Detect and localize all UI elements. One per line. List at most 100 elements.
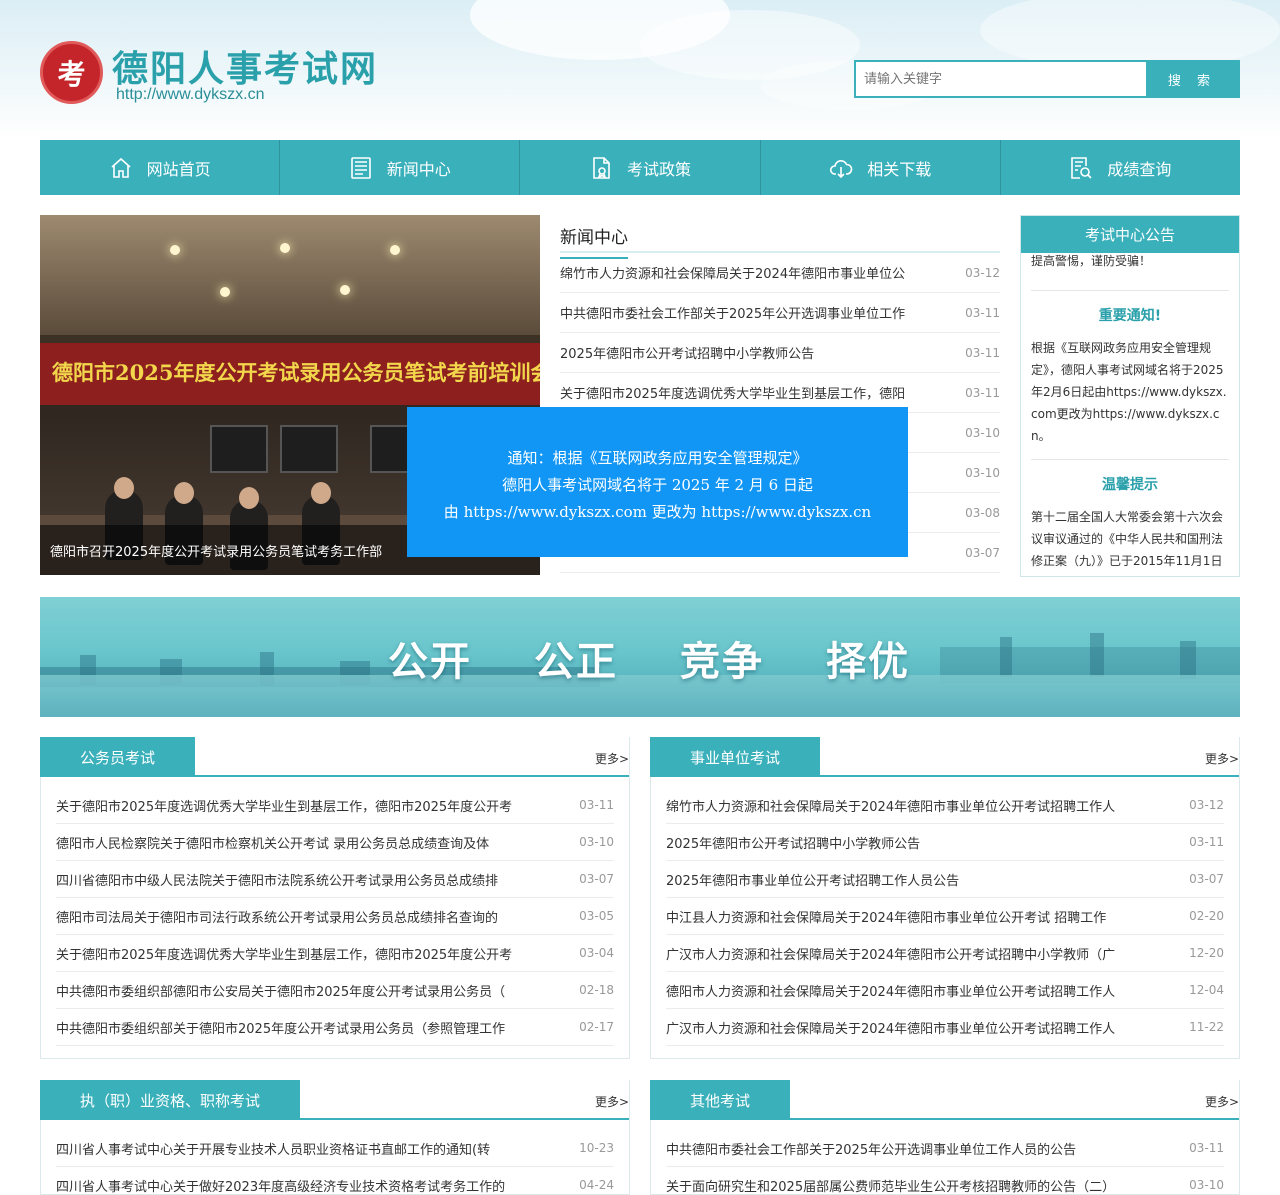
civil-servant-exam-tab[interactable]: 公务员考试 [40,737,196,777]
nav-item-download[interactable]: 相关下载 [761,140,1001,195]
item-title[interactable]: 绵竹市人力资源和社会保障局关于2024年德阳市事业单位公开考试招聘工作人 [666,796,1156,815]
news-date: 03-10 [965,465,1000,480]
search-input[interactable] [856,62,1146,96]
list-item[interactable]: 绵竹市人力资源和社会保障局关于2024年德阳市事业单位公开考试招聘工作人 03-1… [666,787,1224,824]
news-date: 03-11 [965,385,1000,400]
more-link[interactable]: 更多> [595,750,629,767]
item-title[interactable]: 关于德阳市2025年度选调优秀大学毕业生到基层工作，德阳市2025年度公开考 [56,796,546,815]
news-title[interactable]: 绵竹市人力资源和社会保障局关于2024年德阳市事业单位公 [560,263,932,282]
news-date: 03-12 [965,265,1000,280]
item-title[interactable]: 广汉市人力资源和社会保障局关于2024年德阳市事业单位公开考试招聘工作人 [666,1018,1156,1037]
exam-center-notice-panel: 考试中心公告 提高警惕，谨防受骗！ 重要通知! 根据《互联网政务应用安全管理规定… [1020,215,1240,577]
notice-tip-text: 第十二届全国人大常委会第十六次会议审议通过的《中华人民共和国刑法修正案（九）》已… [1031,510,1224,568]
list-item[interactable]: 中共德阳市委社会工作部关于2025年公开选调事业单位工作人员的公告 03-11 [666,1130,1224,1167]
news-date: 03-11 [965,305,1000,320]
news-date: 03-11 [965,345,1000,360]
item-date: 03-11 [1189,1141,1224,1155]
search-button[interactable]: 搜 索 [1146,62,1238,96]
qualification-exam-box: 执（职）业资格、职称考试 更多> 四川省人事考试中心关于开展专业技术人员职业资格… [40,1080,630,1195]
item-title[interactable]: 广汉市人力资源和社会保障局关于2024年德阳市公开考试招聘中小学教师（广 [666,944,1156,963]
nav-label: 成绩查询 [1107,159,1172,179]
item-date: 10-23 [579,1141,614,1155]
popup-line: 由 https://www.dykszx.com 更改为 https://www… [443,503,872,521]
item-date: 12-20 [1189,946,1224,960]
nav-item-score[interactable]: 成绩查询 [1001,140,1240,195]
score-search-icon [1071,156,1092,179]
news-title[interactable]: 中共德阳市委社会工作部关于2025年公开选调事业单位工作 [560,303,932,322]
item-title[interactable]: 关于面向研究生和2025届部属公费师范毕业生公开考核招聘教师的公告（二） [666,1176,1156,1195]
news-date: 03-07 [965,545,1000,560]
list-item[interactable]: 中江县人力资源和社会保障局关于2024年德阳市事业单位公开考试 招聘工作 02-2… [666,898,1224,935]
civil-servant-exam-box: 公务员考试 更多> 关于德阳市2025年度选调优秀大学毕业生到基层工作，德阳市2… [40,737,630,1059]
item-date: 03-05 [579,909,614,923]
more-link[interactable]: 更多> [1205,1093,1239,1110]
list-item[interactable]: 德阳市人民检察院关于德阳市检察机关公开考试 录用公务员总成绩查询及体 03-10 [56,824,614,861]
list-item[interactable]: 2025年德阳市事业单位公开考试招聘工作人员公告 03-07 [666,861,1224,898]
nav-item-home[interactable]: 网站首页 [40,140,281,195]
notice-important-title: 重要通知! [1098,308,1162,324]
item-title[interactable]: 中江县人力资源和社会保障局关于2024年德阳市事业单位公开考试 招聘工作 [666,907,1156,926]
slider-photo [40,215,540,335]
item-title[interactable]: 2025年德阳市公开考试招聘中小学教师公告 [666,833,1156,852]
list-item[interactable]: 广汉市人力资源和社会保障局关于2024年德阳市事业单位公开考试招聘工作人 11-2… [666,1009,1224,1046]
more-link[interactable]: 更多> [1205,750,1239,767]
item-title[interactable]: 德阳市司法局关于德阳市司法行政系统公开考试录用公务员总成绩排名查询的 [56,907,546,926]
domain-change-popup[interactable]: 通知：根据《互联网政务应用安全管理规定》 德阳人事考试网域名将于 2025 年 … [407,407,908,557]
item-date: 03-10 [579,835,614,849]
list-item[interactable]: 四川省人事考试中心关于做好2023年度高级经济专业技术资格考试考务工作的 04-2… [56,1167,614,1195]
list-item[interactable]: 四川省人事考试中心关于开展专业技术人员职业资格证书直邮工作的通知(转 10-23 [56,1130,614,1167]
item-title[interactable]: 中共德阳市委组织部关于德阳市2025年度公开考试录用公务员（参照管理工作 [56,1018,546,1037]
item-title[interactable]: 四川省德阳市中级人民法院关于德阳市法院系统公开考试录用公务员总成绩排 [56,870,546,889]
list-item[interactable]: 关于德阳市2025年度选调优秀大学毕业生到基层工作，德阳市2025年度公开考 03… [56,935,614,972]
list-item[interactable]: 广汉市人力资源和社会保障局关于2024年德阳市公开考试招聘中小学教师（广 12-2… [666,935,1224,972]
list-item[interactable]: 2025年德阳市公开考试招聘中小学教师公告 03-11 [666,824,1224,861]
news-date: 03-08 [965,505,1000,520]
news-icon [350,156,371,179]
list-item[interactable]: 中共德阳市委社会工作部关于2025年公开选调事业单位工作 03-11 [560,293,1000,333]
news-date: 03-10 [965,425,1000,440]
notice-scroll-content: 提高警惕，谨防受骗！ 重要通知! 根据《互联网政务应用安全管理规定》，德阳人事考… [1021,250,1239,572]
item-date: 03-07 [579,872,614,886]
item-title[interactable]: 四川省人事考试中心关于做好2023年度高级经济专业技术资格考试考务工作的 [56,1176,546,1195]
nav-label: 考试政策 [627,159,692,179]
news-title[interactable]: 2025年德阳市公开考试招聘中小学教师公告 [560,343,932,362]
list-item[interactable]: 四川省德阳市中级人民法院关于德阳市法院系统公开考试录用公务员总成绩排 03-07 [56,861,614,898]
institution-exam-tab[interactable]: 事业单位考试 [650,737,821,777]
item-title[interactable]: 2025年德阳市事业单位公开考试招聘工作人员公告 [666,870,1156,889]
popup-line: 通知：根据《互联网政务应用安全管理规定》 [507,449,808,467]
slider-photo-banner-text: 德阳市2025年度公开考试录用公务员笔试考前培训会 [52,360,540,385]
list-item[interactable]: 德阳市司法局关于德阳市司法行政系统公开考试录用公务员总成绩排名查询的 03-05 [56,898,614,935]
other-exam-box: 其他考试 更多> 中共德阳市委社会工作部关于2025年公开选调事业单位工作人员的… [650,1080,1240,1195]
nav-item-news[interactable]: 新闻中心 [280,140,521,195]
notice-panel-title: 考试中心公告 [1021,216,1239,253]
list-item[interactable]: 关于面向研究生和2025届部属公费师范毕业生公开考核招聘教师的公告（二） 03-1… [666,1167,1224,1195]
item-date: 03-04 [579,946,614,960]
item-title[interactable]: 关于德阳市2025年度选调优秀大学毕业生到基层工作，德阳市2025年度公开考 [56,944,546,963]
list-item[interactable]: 关于德阳市2025年度选调优秀大学毕业生到基层工作，德阳市2025年度公开考 03… [56,787,614,824]
item-date: 03-07 [1189,872,1224,886]
list-item[interactable]: 中共德阳市委组织部关于德阳市2025年度公开考试录用公务员（参照管理工作 02-1… [56,1009,614,1046]
list-item[interactable]: 德阳市人力资源和社会保障局关于2024年德阳市事业单位公开考试招聘工作人 12-0… [666,972,1224,1009]
more-link[interactable]: 更多> [595,1093,629,1110]
popup-line: 德阳人事考试网域名将于 2025 年 2 月 6 日起 [502,476,813,494]
other-exam-tab[interactable]: 其他考试 [650,1080,791,1120]
site-title[interactable]: 德阳人事考试网 [112,40,378,92]
list-item[interactable]: 中共德阳市委组织部德阳市公安局关于德阳市2025年度公开考试录用公务员（ 02-1… [56,972,614,1009]
news-center-title[interactable]: 新闻中心 [560,223,628,259]
item-title[interactable]: 德阳市人力资源和社会保障局关于2024年德阳市事业单位公开考试招聘工作人 [666,981,1156,1000]
site-logo[interactable]: 考 [40,41,103,104]
item-title[interactable]: 中共德阳市委组织部德阳市公安局关于德阳市2025年度公开考试录用公务员（ [56,981,546,1000]
item-date: 02-20 [1189,909,1224,923]
list-item[interactable]: 绵竹市人力资源和社会保障局关于2024年德阳市事业单位公 03-12 [560,253,1000,293]
item-title[interactable]: 德阳市人民检察院关于德阳市检察机关公开考试 录用公务员总成绩查询及体 [56,833,546,852]
news-title[interactable]: 关于德阳市2025年度选调优秀大学毕业生到基层工作，德阳 [560,383,932,402]
item-title[interactable]: 中共德阳市委社会工作部关于2025年公开选调事业单位工作人员的公告 [666,1139,1156,1158]
item-date: 03-11 [579,798,614,812]
item-date: 03-12 [1189,798,1224,812]
list-item[interactable]: 2025年德阳市公开考试招聘中小学教师公告 03-11 [560,333,1000,373]
item-title[interactable]: 四川省人事考试中心关于开展专业技术人员职业资格证书直邮工作的通知(转 [56,1139,546,1158]
qualification-exam-tab[interactable]: 执（职）业资格、职称考试 [40,1080,301,1120]
nav-item-policy[interactable]: 考试政策 [520,140,761,195]
item-date: 04-24 [579,1178,614,1192]
home-icon [111,157,131,178]
